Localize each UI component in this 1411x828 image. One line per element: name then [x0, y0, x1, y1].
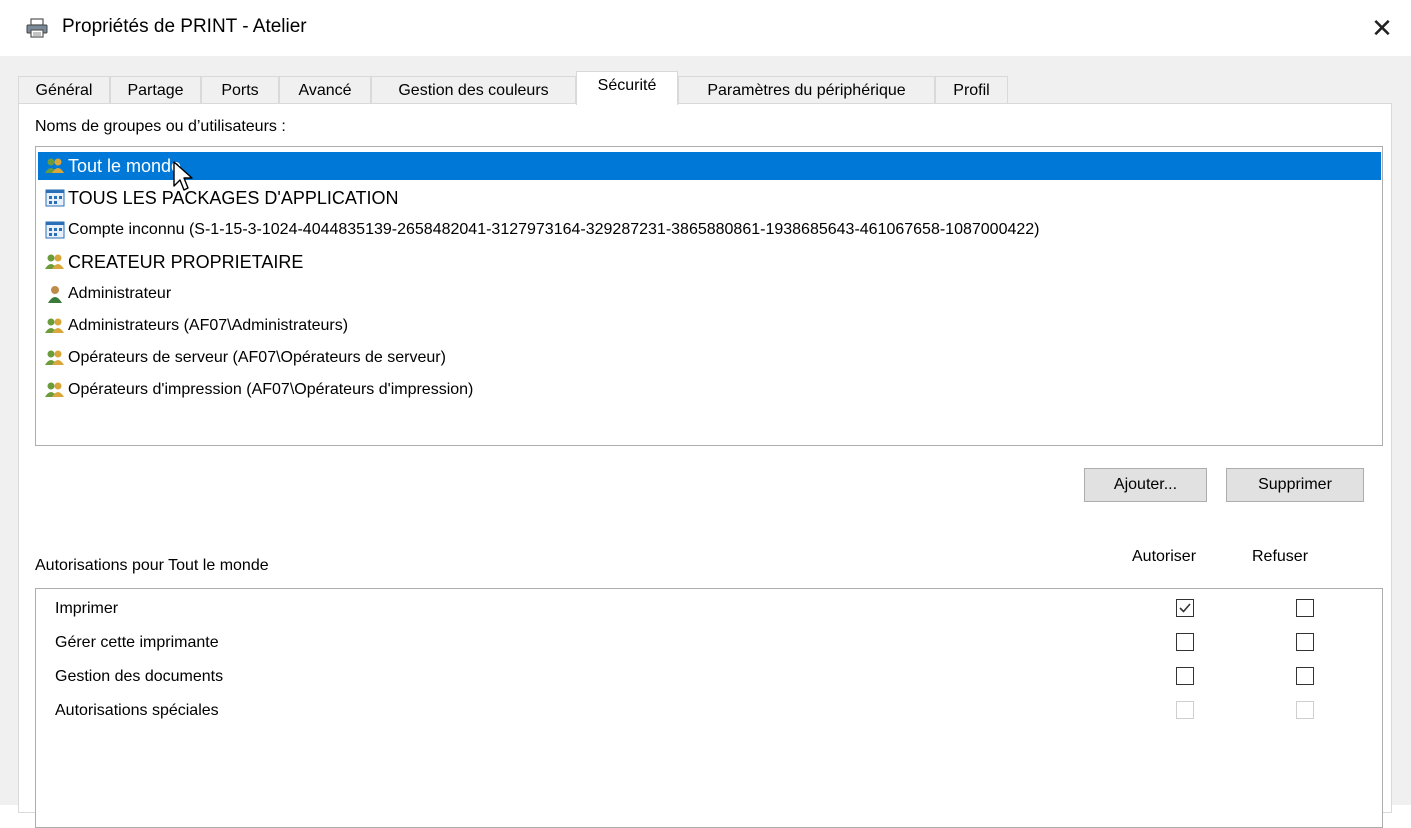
app-package-icon: [45, 221, 65, 239]
group-icon: [45, 350, 64, 365]
deny-print-checkbox[interactable]: [1296, 599, 1314, 617]
tab-sharing[interactable]: Partage: [110, 76, 201, 104]
group-icon: [45, 318, 64, 333]
deny-special-checkbox: [1296, 701, 1314, 719]
tab-security[interactable]: Sécurité: [576, 71, 678, 105]
group-icon: [45, 382, 64, 397]
user-label: Administrateurs (AF07\Administrateurs): [68, 317, 349, 334]
user-label: CREATEUR PROPRIETAIRE: [68, 251, 304, 272]
list-item-app-packages[interactable]: TOUS LES PACKAGES D'APPLICATION: [45, 184, 399, 212]
group-icon: [45, 254, 64, 269]
tab-general[interactable]: Général: [18, 76, 110, 104]
groups-label: Noms de groupes ou d’utilisateurs :: [35, 118, 286, 135]
user-label: Tout le monde: [68, 155, 182, 176]
permissions-list: Imprimer Gérer cette imprimante Gestion …: [35, 588, 1383, 828]
permissions-label: Autorisations pour Tout le monde: [35, 557, 269, 574]
allow-print-checkbox[interactable]: [1176, 599, 1194, 617]
permission-label-print: Imprimer: [55, 600, 119, 617]
selection-highlight: [38, 152, 1381, 180]
user-label: TOUS LES PACKAGES D'APPLICATION: [68, 187, 399, 208]
tab-device-settings[interactable]: Paramètres du périphérique: [678, 76, 935, 104]
add-button[interactable]: Ajouter...: [1084, 468, 1207, 502]
printer-icon: [26, 18, 48, 38]
user-icon: [48, 286, 62, 303]
deny-manage-documents-checkbox[interactable]: [1296, 667, 1314, 685]
user-label: Administrateur: [68, 285, 172, 302]
remove-button[interactable]: Supprimer: [1226, 468, 1364, 502]
allow-manage-printer-checkbox[interactable]: [1176, 633, 1194, 651]
list-item-operateurs-impression[interactable]: Opérateurs d'impression (AF07\Opérateurs…: [45, 376, 473, 404]
list-item-createur-proprietaire[interactable]: CREATEUR PROPRIETAIRE: [45, 248, 303, 276]
list-item-tout-le-monde[interactable]: Tout le monde: [45, 152, 181, 180]
window-title: Propriétés de PRINT - Atelier: [62, 16, 307, 37]
deny-column-header: Refuser: [1252, 548, 1309, 565]
permission-label-special: Autorisations spéciales: [55, 702, 219, 719]
user-label: Opérateurs d'impression (AF07\Opérateurs…: [68, 381, 474, 398]
tab-advanced[interactable]: Avancé: [279, 76, 371, 104]
tab-profile[interactable]: Profil: [935, 76, 1008, 104]
list-item-unknown-account[interactable]: Compte inconnu (S-1-15-3-1024-4044835139…: [45, 216, 1040, 244]
allow-column-header: Autoriser: [1132, 548, 1197, 565]
tab-ports[interactable]: Ports: [201, 76, 279, 104]
user-label: Compte inconnu (S-1-15-3-1024-4044835139…: [68, 221, 1040, 238]
title-bar: Propriétés de PRINT - Atelier ✕: [0, 0, 1411, 56]
allow-special-checkbox: [1176, 701, 1194, 719]
tab-color-management[interactable]: Gestion des couleurs: [371, 76, 576, 104]
permission-label-manage-documents: Gestion des documents: [55, 668, 224, 685]
allow-manage-documents-checkbox[interactable]: [1176, 667, 1194, 685]
user-label: Opérateurs de serveur (AF07\Opérateurs d…: [68, 349, 446, 366]
user-list[interactable]: Tout le monde TOUS LES PACKAGES D'APPLIC…: [35, 146, 1383, 446]
permission-label-manage-printer: Gérer cette imprimante: [55, 634, 219, 651]
list-item-administrateur[interactable]: Administrateur: [45, 280, 171, 308]
app-package-icon: [45, 189, 65, 207]
deny-manage-printer-checkbox[interactable]: [1296, 633, 1314, 651]
properties-dialog: Général Partage Ports Avancé Gestion des…: [0, 56, 1411, 828]
group-icon: [45, 158, 64, 173]
security-panel: Noms de groupes ou d’utilisateurs : Tout…: [18, 103, 1392, 828]
mouse-cursor-icon: [173, 161, 193, 191]
close-button[interactable]: ✕: [1362, 8, 1402, 48]
list-item-operateurs-serveur[interactable]: Opérateurs de serveur (AF07\Opérateurs d…: [45, 344, 446, 372]
list-item-administrateurs[interactable]: Administrateurs (AF07\Administrateurs): [45, 312, 348, 340]
check-icon: [1179, 603, 1191, 613]
